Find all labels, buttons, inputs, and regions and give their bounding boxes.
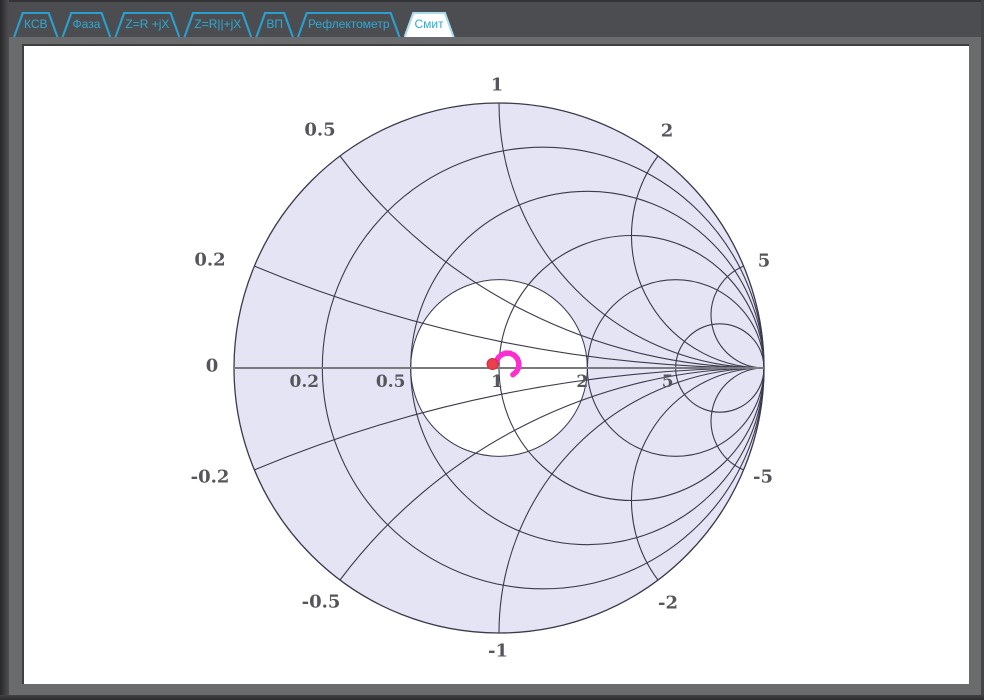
tab-label: Рефлектометр [308, 12, 390, 37]
tab-label: Смит [415, 12, 444, 37]
window-left-edge [0, 0, 9, 700]
rim-label: -0.2 [191, 467, 230, 488]
tab-label: Фаза [73, 12, 101, 37]
axis-label: 0.5 [376, 372, 406, 392]
window-bottom-edge [0, 695, 984, 700]
tab-reflektometr[interactable]: Рефлектометр [297, 12, 401, 37]
rim-label: -0.5 [302, 592, 341, 613]
tab-vp[interactable]: ВП [255, 12, 294, 37]
axis-label: 2 [576, 372, 588, 392]
tab-z-parallel[interactable]: Z=R||+jX [183, 12, 252, 37]
rim-label: 0.2 [194, 250, 225, 271]
smith-chart: 1 0.5 2 0.2 5 0 -0.2 -5 -0.5 -2 -1 0.2 0.5 1 2 5 [24, 46, 969, 684]
app-window: КСВ Фаза Z=R +jX Z=R||+jX ВП Рефлектометр Смит… [0, 0, 984, 700]
axis-label: 1 [491, 372, 503, 392]
rim-label: 0.5 [304, 120, 335, 141]
tab-bar: КСВ Фаза Z=R +jX Z=R||+jX ВП Рефлектометр Смит [0, 0, 984, 37]
trace-marker [487, 358, 498, 369]
tab-smit[interactable]: Смит [404, 12, 455, 37]
content-panel: 1 0.5 2 0.2 5 0 -0.2 -5 -0.5 -2 -1 0.2 0.5 1 2 5 [22, 44, 969, 684]
tab-label: Z=R||+jX [194, 12, 241, 37]
rim-label: 2 [661, 121, 674, 142]
axis-label: 5 [662, 372, 674, 392]
rim-label: 1 [491, 75, 504, 96]
rim-label: -2 [658, 593, 678, 614]
tab-faza[interactable]: Фаза [62, 12, 112, 37]
rim-label: -5 [753, 467, 773, 488]
tab-strip: КСВ Фаза Z=R +jX Z=R||+jX ВП Рефлектометр Смит [13, 12, 455, 37]
axis-label: 0.2 [290, 372, 320, 392]
rim-label: -1 [488, 641, 508, 662]
tab-ksv[interactable]: КСВ [13, 12, 59, 37]
rim-label: 5 [758, 251, 771, 272]
tab-z-series[interactable]: Z=R +jX [114, 12, 180, 37]
tab-label: КСВ [24, 12, 48, 37]
tab-label: Z=R +jX [125, 12, 169, 37]
tab-label: ВП [266, 12, 283, 37]
rim-label: 0 [206, 356, 219, 377]
